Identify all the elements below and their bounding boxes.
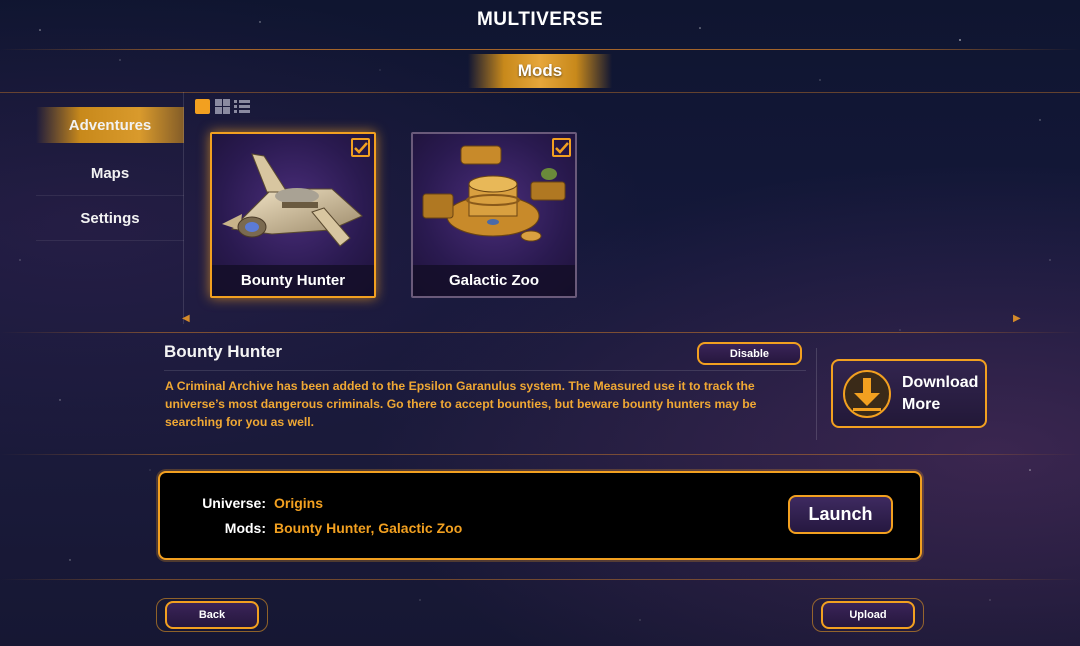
scroll-left-icon[interactable]: ◀ bbox=[182, 313, 190, 324]
launch-button[interactable]: Launch bbox=[788, 495, 893, 534]
mods-label: Mods: bbox=[224, 520, 266, 536]
header-divider bbox=[0, 49, 1080, 50]
sidebar-item-settings[interactable]: Settings bbox=[36, 196, 184, 241]
footer-divider bbox=[0, 579, 1080, 580]
large-tile-icon[interactable] bbox=[194, 98, 210, 114]
mod-card-bounty-hunter[interactable]: Bounty Hunter bbox=[210, 132, 376, 298]
upload-button[interactable]: Upload bbox=[821, 601, 915, 629]
universe-value: Origins bbox=[274, 495, 324, 511]
view-mode-toggle bbox=[194, 98, 250, 114]
scroll-right-icon[interactable]: ▶ bbox=[1013, 313, 1021, 324]
mods-row: Mods: Bounty Hunter, Galactic Zoo bbox=[182, 520, 462, 536]
universe-label: Universe: bbox=[202, 495, 266, 511]
detail-divider bbox=[164, 370, 806, 371]
mod-detail-title: Bounty Hunter bbox=[164, 342, 283, 361]
sidebar-item-label: Maps bbox=[90, 164, 130, 182]
sidebar-item-label: Adventures bbox=[68, 116, 152, 134]
mod-description: A Criminal Archive has been added to the… bbox=[165, 379, 757, 429]
back-button[interactable]: Back bbox=[165, 601, 259, 629]
small-grid-icon[interactable] bbox=[214, 98, 230, 114]
disable-button[interactable]: Disable bbox=[697, 342, 802, 365]
download-label-line1: Download bbox=[902, 373, 979, 391]
section-header: Mods bbox=[468, 54, 612, 88]
sidebar-item-label: Settings bbox=[80, 209, 140, 227]
sidebar-item-maps[interactable]: Maps bbox=[36, 151, 184, 196]
download-label-line2: More bbox=[902, 395, 941, 413]
download-icon bbox=[843, 369, 891, 418]
universe-row: Universe: Origins bbox=[182, 495, 323, 511]
detail-vertical-divider bbox=[816, 348, 817, 440]
back-button-frame: Back bbox=[156, 598, 268, 632]
checkmark-icon bbox=[554, 141, 569, 154]
download-more-button[interactable]: Download More bbox=[831, 359, 987, 428]
cards-divider bbox=[0, 332, 1080, 333]
sidebar: Adventures Maps Settings bbox=[36, 107, 184, 241]
upload-button-frame: Upload bbox=[812, 598, 924, 632]
section-divider bbox=[0, 92, 1080, 93]
sidebar-divider bbox=[183, 92, 184, 324]
game-title: MULTIVERSE bbox=[476, 9, 604, 30]
mod-card-label: Galactic Zoo bbox=[413, 265, 575, 296]
detail-bottom-divider bbox=[0, 454, 1080, 455]
space-station-illustration bbox=[422, 145, 566, 242]
mods-value: Bounty Hunter, Galactic Zoo bbox=[274, 520, 463, 536]
spaceship-illustration bbox=[222, 153, 363, 247]
mod-card-label: Bounty Hunter bbox=[212, 265, 374, 296]
list-icon[interactable] bbox=[234, 98, 250, 114]
checkbox[interactable] bbox=[552, 138, 571, 157]
checkmark-icon bbox=[353, 141, 368, 154]
mod-card-galactic-zoo[interactable]: Galactic Zoo bbox=[411, 132, 577, 298]
sidebar-item-adventures[interactable]: Adventures bbox=[36, 107, 184, 143]
checkbox[interactable] bbox=[351, 138, 370, 157]
